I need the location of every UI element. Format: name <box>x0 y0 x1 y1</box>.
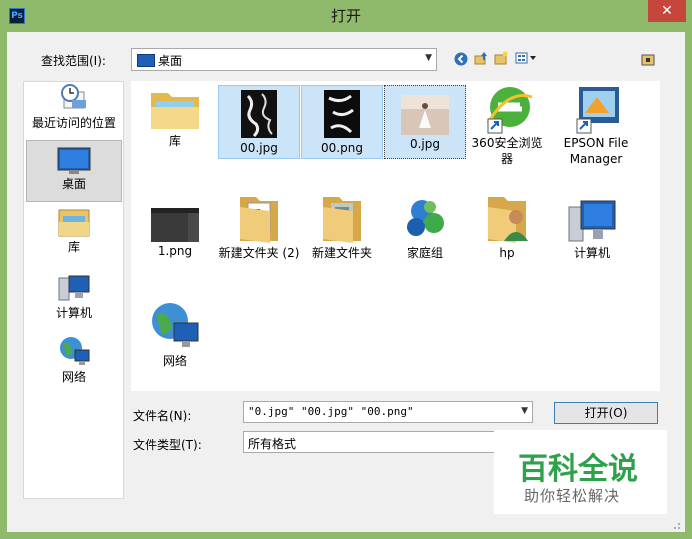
file-name: 网络 <box>162 354 187 368</box>
dialog-body: 查找范围(I): 桌面 ▼ 最近访问的位置 桌面 库 计算机 网络 库 00.j… <box>7 32 685 532</box>
file-item[interactable]: 网络 <box>134 299 216 375</box>
open-dialog: Ps 打开 ✕ 查找范围(I): 桌面 ▼ 最近访问的位置 桌面 库 计算机 网… <box>0 0 692 539</box>
watermark: 百科全说 助你轻松解决 <box>494 430 667 514</box>
file-item[interactable]: EPSON File Manager <box>551 83 641 177</box>
place-label: 计算机 <box>55 306 92 320</box>
filename-label: 文件名(N): <box>133 409 192 423</box>
homegroup-icon <box>407 200 444 236</box>
file-list[interactable]: 库 00.jpg 00.png 0.jpg 360安全浏览器 EPSON Fil… <box>131 81 660 391</box>
file-name: 家庭组 <box>406 246 443 260</box>
lookin-combo[interactable]: 桌面 ▼ <box>131 48 437 71</box>
computer-icon <box>568 200 616 242</box>
filetype-label: 文件类型(T): <box>133 438 202 452</box>
chevron-down-icon: ▼ <box>521 406 528 416</box>
file-name: 360安全浏览器 <box>471 136 543 166</box>
file-item[interactable]: 00.png <box>301 85 383 159</box>
resize-grip-icon[interactable] <box>671 520 681 530</box>
file-item[interactable]: 360安全浏览器 <box>466 83 548 177</box>
file-name: 新建文件夹 (2) <box>218 246 300 260</box>
dialog-title: 打开 <box>330 7 361 25</box>
place-label: 网络 <box>61 370 86 384</box>
place-network[interactable]: 网络 <box>26 334 122 392</box>
watermark-title: 百科全说 <box>518 452 638 487</box>
up-folder-icon[interactable] <box>474 51 488 65</box>
place-label: 最近访问的位置 <box>31 116 116 130</box>
close-button[interactable]: ✕ <box>648 0 686 22</box>
library-folder-icon <box>151 93 199 129</box>
watermark-subtitle: 助你轻松解决 <box>524 487 621 505</box>
place-label: 桌面 <box>61 177 86 191</box>
photo-thumbnail <box>401 95 449 135</box>
epson-shortcut-icon <box>576 87 619 134</box>
file-name: 00.jpg <box>240 141 278 155</box>
file-name: 00.png <box>321 141 363 155</box>
filetype-value: 所有格式 <box>248 437 297 451</box>
file-item[interactable]: 库 <box>134 85 216 163</box>
chevron-down-icon: ▼ <box>425 53 432 63</box>
folder-icon <box>240 197 278 243</box>
extra-folder-icon[interactable] <box>641 52 655 66</box>
network-icon <box>152 303 199 347</box>
file-name: EPSON File Manager <box>563 136 629 166</box>
screenshot-thumbnail <box>151 208 199 242</box>
back-icon[interactable] <box>454 52 468 66</box>
folder-icon <box>323 197 361 243</box>
view-menu-icon[interactable] <box>515 51 539 65</box>
file-item[interactable]: 1.png <box>134 193 216 263</box>
network-icon <box>60 337 90 365</box>
filename-combo[interactable]: "0.jpg" "00.jpg" "00.png" ▼ <box>243 401 533 423</box>
file-item[interactable]: 00.jpg <box>218 85 300 159</box>
file-item[interactable]: hp <box>466 193 548 269</box>
places-bar: 最近访问的位置 桌面 库 计算机 网络 <box>23 81 124 499</box>
file-item[interactable]: 新建文件夹 <box>301 193 383 269</box>
file-name: 库 <box>168 134 181 148</box>
file-item[interactable]: 计算机 <box>551 193 633 269</box>
file-name: 1.png <box>157 244 193 258</box>
library-icon <box>58 209 90 237</box>
new-folder-icon[interactable] <box>494 51 508 65</box>
place-recent[interactable]: 最近访问的位置 <box>26 82 122 138</box>
user-folder-icon <box>488 197 528 243</box>
desktop-icon <box>57 147 91 174</box>
place-label: 库 <box>67 240 80 254</box>
file-name: 新建文件夹 <box>311 246 372 260</box>
file-item[interactable]: 家庭组 <box>384 193 466 269</box>
file-item[interactable]: 新建文件夹 (2) <box>218 193 300 285</box>
file-name: 计算机 <box>573 246 610 260</box>
file-name: hp <box>499 246 515 260</box>
lookin-label: 查找范围(I): <box>41 54 106 68</box>
recent-places-icon <box>61 84 86 109</box>
filetype-combo[interactable]: 所有格式 <box>243 431 533 453</box>
open-button[interactable]: 打开(O) <box>554 402 658 424</box>
place-library[interactable]: 库 <box>26 206 122 264</box>
file-name: 0.jpg <box>409 137 441 151</box>
image-thumbnail <box>324 90 360 138</box>
place-computer[interactable]: 计算机 <box>26 272 122 330</box>
place-desktop[interactable]: 桌面 <box>26 140 122 202</box>
lookin-value: 桌面 <box>158 54 183 68</box>
desktop-small-icon <box>137 54 155 67</box>
computer-icon <box>58 275 90 301</box>
title-bar[interactable]: Ps 打开 ✕ <box>0 0 692 32</box>
image-thumbnail <box>241 90 277 138</box>
filename-value: "0.jpg" "00.jpg" "00.png" <box>248 405 414 418</box>
browser-shortcut-icon <box>486 87 533 134</box>
file-item[interactable]: 0.jpg <box>384 85 466 159</box>
